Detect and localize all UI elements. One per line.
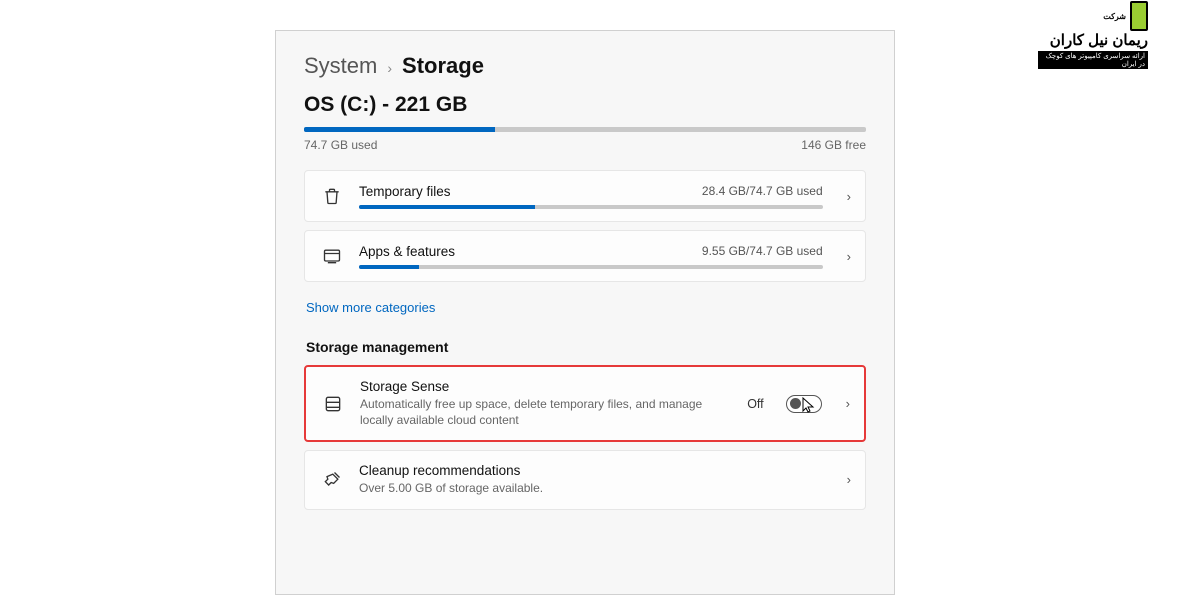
chevron-right-icon: › bbox=[847, 189, 851, 204]
storage-sense-toggle[interactable] bbox=[786, 395, 822, 413]
storage-sense-row[interactable]: Storage Sense Automatically free up spac… bbox=[304, 365, 866, 442]
cleanup-desc: Over 5.00 GB of storage available. bbox=[359, 480, 823, 496]
category-usage: 28.4 GB/74.7 GB used bbox=[702, 184, 823, 198]
category-bar-fill bbox=[359, 205, 535, 209]
category-usage: 9.55 GB/74.7 GB used bbox=[702, 244, 823, 258]
breadcrumb-current: Storage bbox=[402, 53, 484, 79]
apps-icon bbox=[319, 243, 345, 269]
breadcrumb-parent[interactable]: System bbox=[304, 53, 377, 79]
drive-icon bbox=[320, 391, 346, 417]
publisher-watermark: شرکت ریمان نیل کاران ارائه سراسری کامپیو… bbox=[1038, 12, 1148, 58]
storage-sense-desc: Automatically free up space, delete temp… bbox=[360, 396, 733, 428]
cleanup-recommendations-row[interactable]: Cleanup recommendations Over 5.00 GB of … bbox=[304, 450, 866, 509]
watermark-line1: شرکت bbox=[1103, 12, 1126, 21]
chevron-right-icon: › bbox=[847, 249, 851, 264]
drive-usage-labels: 74.7 GB used 146 GB free bbox=[304, 138, 866, 152]
storage-settings-panel: System › Storage OS (C:) - 221 GB 74.7 G… bbox=[275, 30, 895, 595]
category-title: Temporary files bbox=[359, 184, 451, 199]
category-apps-features[interactable]: Apps & features 9.55 GB/74.7 GB used › bbox=[304, 230, 866, 282]
storage-sense-title: Storage Sense bbox=[360, 379, 733, 394]
watermark-line2: ریمان نیل کاران bbox=[1050, 31, 1148, 49]
show-more-categories-link[interactable]: Show more categories bbox=[306, 300, 435, 315]
storage-sense-state: Off bbox=[747, 397, 763, 411]
section-storage-management: Storage management bbox=[306, 339, 866, 355]
chevron-right-icon: › bbox=[846, 396, 850, 411]
broom-icon bbox=[319, 467, 345, 493]
category-bar bbox=[359, 265, 823, 269]
chevron-right-icon: › bbox=[387, 60, 392, 76]
drive-free-label: 146 GB free bbox=[801, 138, 866, 152]
chevron-right-icon: › bbox=[847, 472, 851, 487]
drive-usage-fill bbox=[304, 127, 495, 132]
trash-icon bbox=[319, 183, 345, 209]
watermark-badge-icon bbox=[1130, 1, 1148, 31]
watermark-line3: ارائه سراسری کامپیوتر های کوچک در ایران bbox=[1038, 51, 1148, 69]
drive-usage-bar bbox=[304, 127, 866, 132]
category-temporary-files[interactable]: Temporary files 28.4 GB/74.7 GB used › bbox=[304, 170, 866, 222]
drive-used-label: 74.7 GB used bbox=[304, 138, 377, 152]
category-bar bbox=[359, 205, 823, 209]
cleanup-title: Cleanup recommendations bbox=[359, 463, 823, 478]
category-title: Apps & features bbox=[359, 244, 455, 259]
drive-title: OS (C:) - 221 GB bbox=[304, 93, 866, 117]
breadcrumb: System › Storage bbox=[304, 53, 866, 79]
category-bar-fill bbox=[359, 265, 419, 269]
